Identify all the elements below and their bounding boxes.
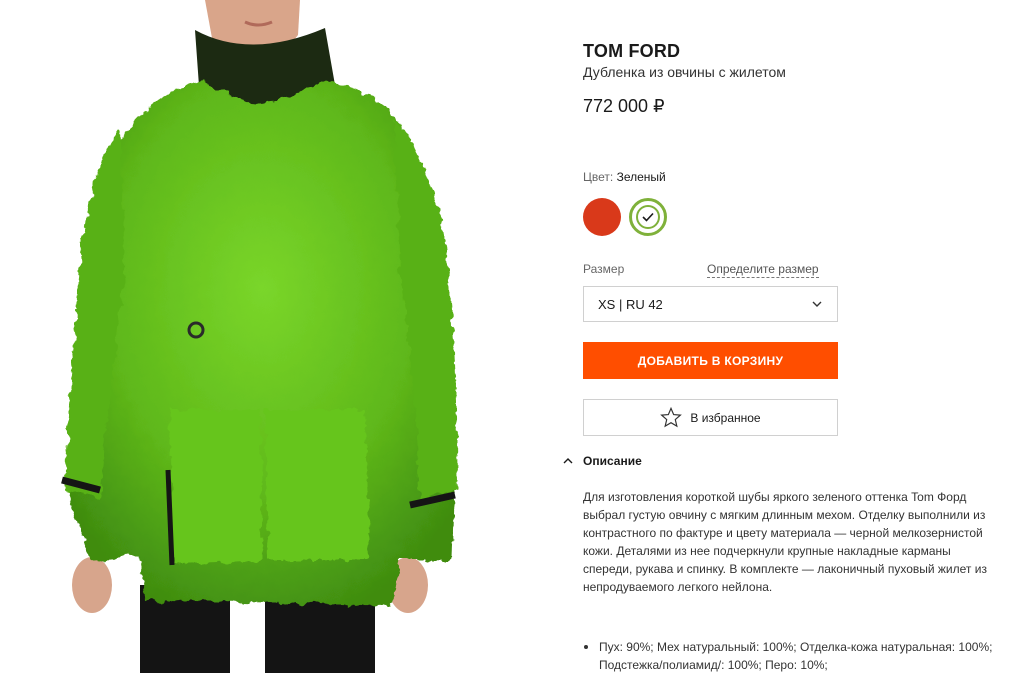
description-heading: Описание	[583, 454, 642, 468]
description-toggle[interactable]: Описание	[563, 454, 642, 468]
star-icon	[660, 407, 683, 428]
color-swatch-red[interactable]	[583, 198, 621, 236]
product-price: 772 000 ₽	[583, 96, 665, 116]
composition-item: Пух: 90%; Мех натуральный: 100%; Отделка…	[583, 638, 1003, 674]
favorites-label: В избранное	[690, 410, 761, 425]
color-label-key: Цвет:	[583, 170, 614, 184]
chevron-up-icon	[563, 458, 573, 464]
size-select[interactable]: XS | RU 42	[583, 286, 838, 322]
check-icon	[642, 212, 654, 222]
add-to-cart-button[interactable]: ДОБАВИТЬ В КОРЗИНУ	[583, 342, 838, 379]
add-to-favorites-button[interactable]: В избранное	[583, 399, 838, 436]
description-text: Для изготовления короткой шубы яркого зе…	[583, 490, 987, 594]
product-image[interactable]	[0, 0, 560, 673]
product-name: Дубленка из овчины с жилетом	[583, 64, 786, 80]
color-selected-value: Зеленый	[616, 170, 666, 184]
color-label: Цвет: Зеленый	[583, 170, 666, 184]
chevron-down-icon	[812, 301, 822, 307]
swatch-selected-ring	[636, 205, 660, 229]
green-fur-coat-illustration	[61, 0, 458, 673]
composition-list: Пух: 90%; Мех натуральный: 100%; Отделка…	[583, 638, 1003, 674]
size-guide-link[interactable]: Определите размер	[707, 262, 819, 278]
size-label: Размер	[583, 262, 625, 276]
color-swatch-green[interactable]	[629, 198, 667, 236]
brand-name[interactable]: TOM FORD	[583, 41, 680, 62]
size-select-value: XS | RU 42	[598, 296, 663, 312]
